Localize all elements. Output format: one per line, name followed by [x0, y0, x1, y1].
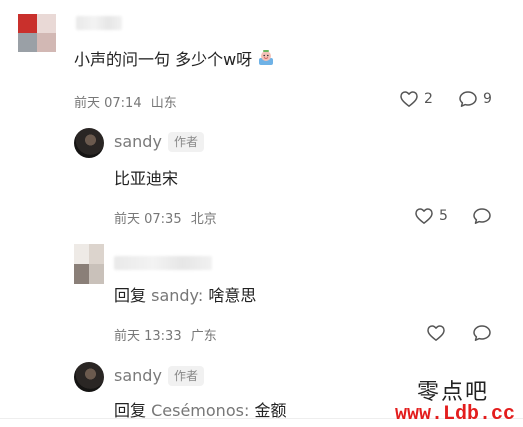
- heart-icon: [415, 208, 433, 224]
- username-blurred[interactable]: [114, 256, 212, 270]
- comment-text: 回复 sandy: 啥意思: [114, 282, 256, 306]
- avatar-pixelated[interactable]: [74, 244, 104, 284]
- author-tag: 作者: [168, 132, 205, 152]
- comment-meta: 前天 13:33 广东: [114, 325, 217, 344]
- author-tag: 作者: [168, 366, 205, 386]
- speech-bubble-icon: [459, 91, 477, 107]
- comment-text: 小声的问一句 多少个w呀: [74, 46, 275, 70]
- reply-button[interactable]: 9: [458, 90, 492, 108]
- comment-time: 前天 13:33: [114, 329, 182, 344]
- speech-bubble-icon: [473, 325, 491, 341]
- like-count: 2: [424, 91, 433, 107]
- reply-body: 啥意思: [208, 286, 257, 305]
- username-sandy[interactable]: sandy: [114, 132, 162, 151]
- comment-location: 北京: [190, 212, 217, 227]
- comment-location: 山东: [150, 96, 177, 111]
- username-blurred[interactable]: [76, 16, 122, 30]
- comment-meta: 前天 07:14 山东: [74, 92, 177, 111]
- comment-meta: 前天 07:35 北京: [114, 208, 217, 227]
- comment-time: 前天 07:14: [74, 96, 142, 111]
- reply-count: 9: [483, 91, 492, 107]
- avatar-sandy[interactable]: [74, 362, 104, 392]
- reply-target[interactable]: sandy:: [151, 286, 203, 305]
- reply-button[interactable]: [472, 324, 492, 342]
- like-count: 5: [439, 208, 448, 224]
- username-sandy[interactable]: sandy: [114, 366, 162, 385]
- like-button[interactable]: 2: [399, 90, 433, 108]
- avatar-pixelated[interactable]: [18, 14, 56, 52]
- heart-icon: [427, 325, 445, 341]
- speech-bubble-icon: [473, 208, 491, 224]
- avatar-sandy[interactable]: [74, 128, 104, 158]
- smile-face-emoji-icon: [257, 49, 275, 67]
- like-button[interactable]: [426, 324, 446, 342]
- reply-prefix: 回复: [114, 286, 147, 305]
- reply-button[interactable]: [472, 207, 492, 225]
- watermark-url: www.Ldb.cc: [394, 403, 515, 426]
- watermark-cn: 零点吧: [416, 380, 489, 405]
- comment-time: 前天 07:35: [114, 212, 182, 227]
- heart-icon: [400, 91, 418, 107]
- comment-location: 广东: [190, 329, 217, 344]
- like-button[interactable]: 5: [414, 207, 448, 225]
- comment-text: 比亚迪宋: [114, 169, 179, 188]
